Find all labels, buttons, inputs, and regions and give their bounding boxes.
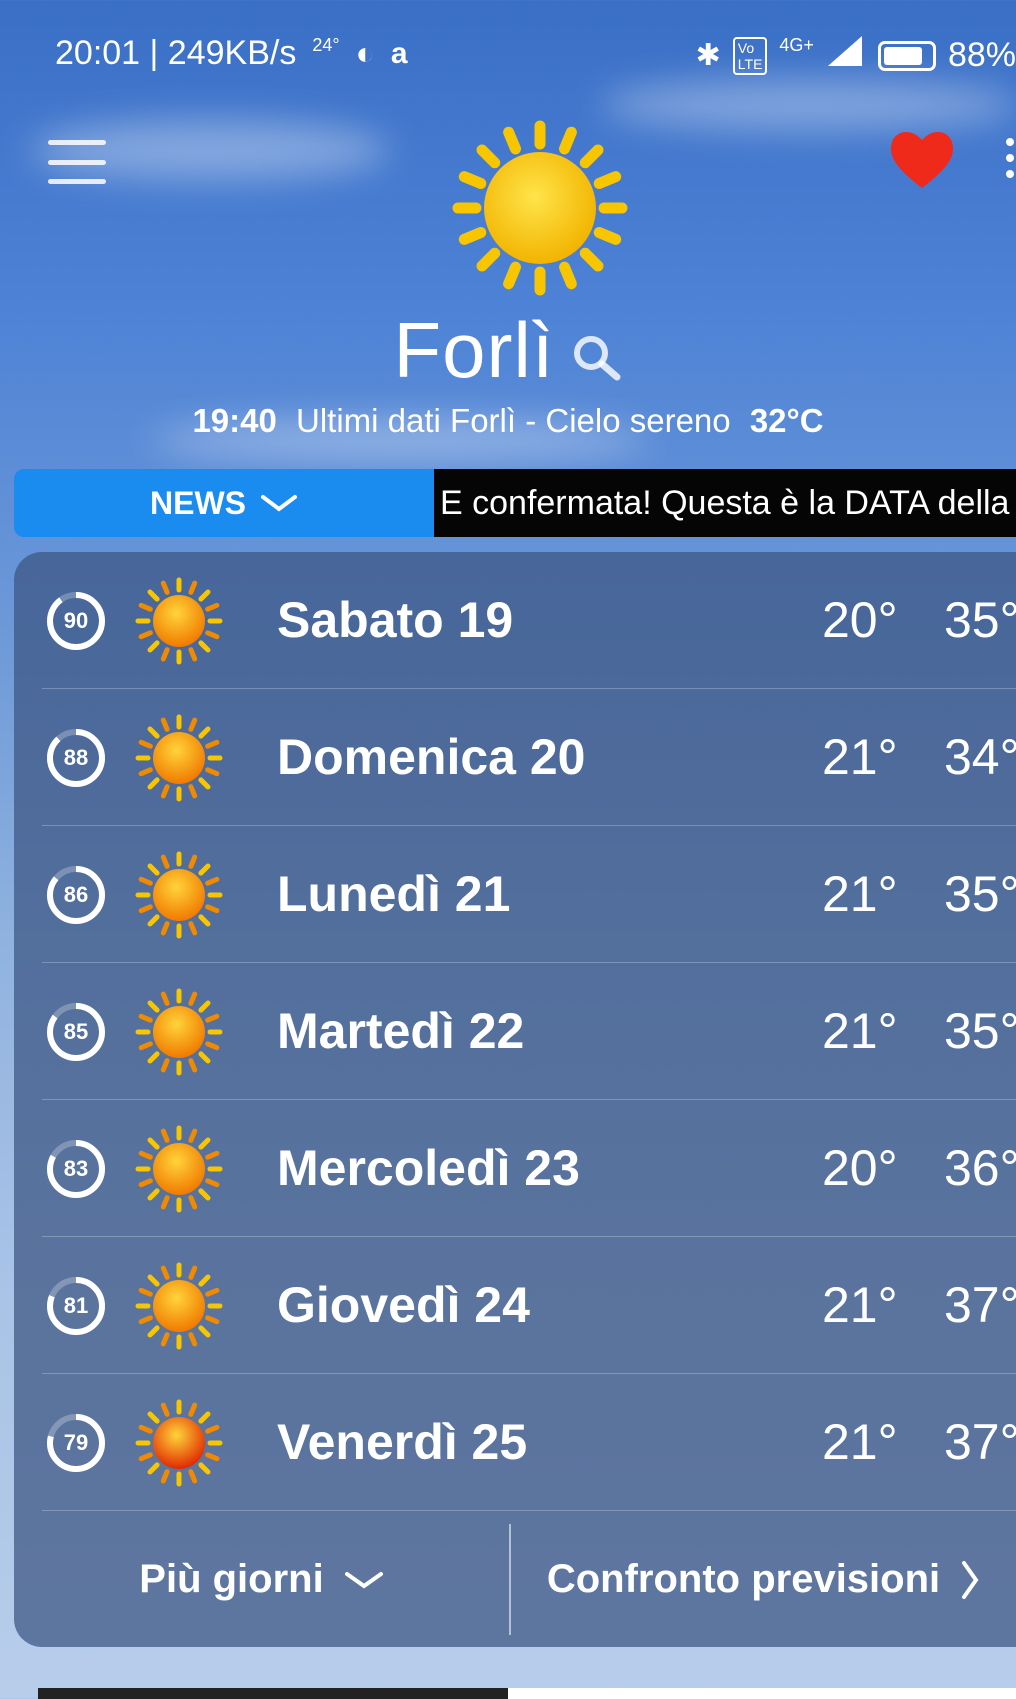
forecast-footer: Più giorni Confronto previsioni bbox=[14, 1512, 1016, 1647]
forecast-day: Domenica 20 bbox=[277, 728, 586, 785]
forecast-row[interactable]: 88 Domenica 20 21° 34° bbox=[14, 689, 1016, 826]
menu-line bbox=[48, 140, 106, 145]
battery-icon bbox=[877, 40, 936, 71]
forecast-max-temp: 37° bbox=[944, 1276, 1016, 1333]
status-temp: 24° bbox=[312, 35, 340, 55]
chevron-right-icon bbox=[962, 1560, 979, 1599]
reliability-score: 90 bbox=[63, 607, 89, 633]
menu-line bbox=[48, 179, 106, 184]
row-divider bbox=[42, 1510, 1016, 1511]
signal-icon bbox=[826, 34, 866, 77]
forecast-min-temp: 21° bbox=[822, 728, 898, 785]
reliability-score: 79 bbox=[63, 1429, 89, 1455]
more-days-button[interactable]: Più giorni bbox=[14, 1512, 509, 1647]
favorite-heart-icon[interactable] bbox=[886, 124, 958, 196]
forecast-max-temp: 36° bbox=[944, 1139, 1016, 1196]
sunny-icon bbox=[135, 1125, 223, 1212]
current-temp: 32°C bbox=[749, 402, 824, 439]
forecast-day: Mercoledì 23 bbox=[277, 1139, 580, 1196]
current-conditions: 19:40 Ultimi dati Forlì - Cielo sereno 3… bbox=[0, 402, 1016, 440]
reliability-score: 88 bbox=[63, 744, 89, 770]
sunny-icon bbox=[135, 714, 223, 801]
sunny-icon bbox=[135, 577, 223, 664]
chevron-down-icon bbox=[344, 1571, 383, 1588]
overflow-menu-icon[interactable] bbox=[1006, 138, 1016, 178]
forecast-min-temp: 20° bbox=[822, 1139, 898, 1196]
forecast-row[interactable]: 86 Lunedì 21 21° 35° bbox=[14, 826, 1016, 963]
status-time-speed: 20:01 | 249KB/s bbox=[55, 34, 297, 72]
forecast-day: Venerdì 25 bbox=[277, 1413, 528, 1470]
reliability-score: 86 bbox=[63, 881, 89, 907]
sunny-icon bbox=[135, 851, 223, 938]
volte-icon: Vo LTE bbox=[732, 36, 768, 75]
reliability-score: 85 bbox=[63, 1018, 89, 1044]
status-theme-icon: ◐ bbox=[355, 35, 375, 71]
sunny-icon bbox=[135, 1262, 223, 1349]
reliability-score: 83 bbox=[63, 1155, 89, 1181]
news-button[interactable]: NEWS bbox=[14, 469, 434, 537]
forecast-min-temp: 21° bbox=[822, 1413, 898, 1470]
update-time: 19:40 bbox=[192, 402, 277, 439]
forecast-day: Martedì 22 bbox=[277, 1002, 525, 1059]
reliability-score: 81 bbox=[63, 1292, 89, 1318]
forecast-min-temp: 21° bbox=[822, 1002, 898, 1059]
bluetooth-icon: ✱ bbox=[695, 39, 721, 72]
network-type: 4G+ bbox=[779, 35, 814, 55]
forecast-day: Giovedì 24 bbox=[277, 1276, 530, 1333]
forecast-row[interactable]: 85 Martedì 22 21° 35° bbox=[14, 963, 1016, 1100]
ad-banner-strip bbox=[38, 1688, 508, 1699]
update-text: Ultimi dati Forlì - Cielo sereno bbox=[296, 402, 731, 439]
forecast-max-temp: 35° bbox=[944, 1002, 1016, 1059]
forecast-day: Lunedì 21 bbox=[277, 865, 511, 922]
news-ticker[interactable]: E confermata! Questa è la DATA della bbox=[434, 469, 1016, 537]
forecast-row[interactable]: 81 Giovedì 24 21° 37° bbox=[14, 1237, 1016, 1374]
ad-banner-strip bbox=[508, 1688, 1016, 1699]
sunny-icon bbox=[135, 988, 223, 1075]
status-right: ✱ Vo LTE 4G+ 88% bbox=[696, 34, 1016, 77]
forecast-row[interactable]: 83 Mercoledì 23 20° 36° bbox=[14, 1100, 1016, 1237]
city-search[interactable]: Forlì bbox=[394, 305, 623, 396]
forecast-row[interactable]: 90 Sabato 19 20° 35° bbox=[14, 552, 1016, 689]
menu-line bbox=[48, 159, 106, 165]
more-days-label: Più giorni bbox=[139, 1557, 324, 1601]
news-bar: NEWS E confermata! Questa è la DATA dell… bbox=[14, 469, 1016, 537]
chevron-down-icon bbox=[261, 495, 297, 512]
status-left: 20:01 | 249KB/s 24° ◐ a bbox=[55, 34, 408, 73]
status-bar: 20:01 | 249KB/s 24° ◐ a ✱ Vo LTE 4G+ 88% bbox=[0, 0, 1016, 110]
forecast-max-temp: 35° bbox=[944, 865, 1016, 922]
forecast-card: 90 Sabato 19 20° 35° 88 Domenica 20 21° 34° 86 Lu… bbox=[14, 552, 1016, 1647]
status-app-icon: a bbox=[390, 36, 408, 70]
forecast-min-temp: 21° bbox=[822, 865, 898, 922]
forecast-day: Sabato 19 bbox=[277, 591, 514, 648]
forecast-min-temp: 21° bbox=[822, 1276, 898, 1333]
sunny-icon bbox=[135, 1399, 223, 1486]
news-ticker-text: E confermata! Questa è la DATA della bbox=[440, 483, 1010, 522]
sunny-weather-icon bbox=[452, 120, 628, 296]
city-name: Forlì bbox=[393, 306, 555, 394]
forecast-max-temp: 35° bbox=[944, 591, 1016, 648]
forecast-row[interactable]: 79 Venerdì 25 21° 37° bbox=[14, 1374, 1016, 1511]
news-label: NEWS bbox=[150, 484, 246, 521]
forecast-max-temp: 37° bbox=[944, 1413, 1016, 1470]
compare-forecast-button[interactable]: Confronto previsioni bbox=[511, 1512, 1016, 1647]
compare-label: Confronto previsioni bbox=[546, 1557, 941, 1601]
hamburger-menu-icon[interactable] bbox=[48, 140, 106, 184]
forecast-max-temp: 34° bbox=[944, 728, 1016, 785]
battery-percent: 88% bbox=[947, 36, 1016, 74]
city-header: Forlì bbox=[0, 305, 1016, 396]
search-icon[interactable] bbox=[569, 331, 623, 385]
forecast-min-temp: 20° bbox=[822, 591, 898, 648]
